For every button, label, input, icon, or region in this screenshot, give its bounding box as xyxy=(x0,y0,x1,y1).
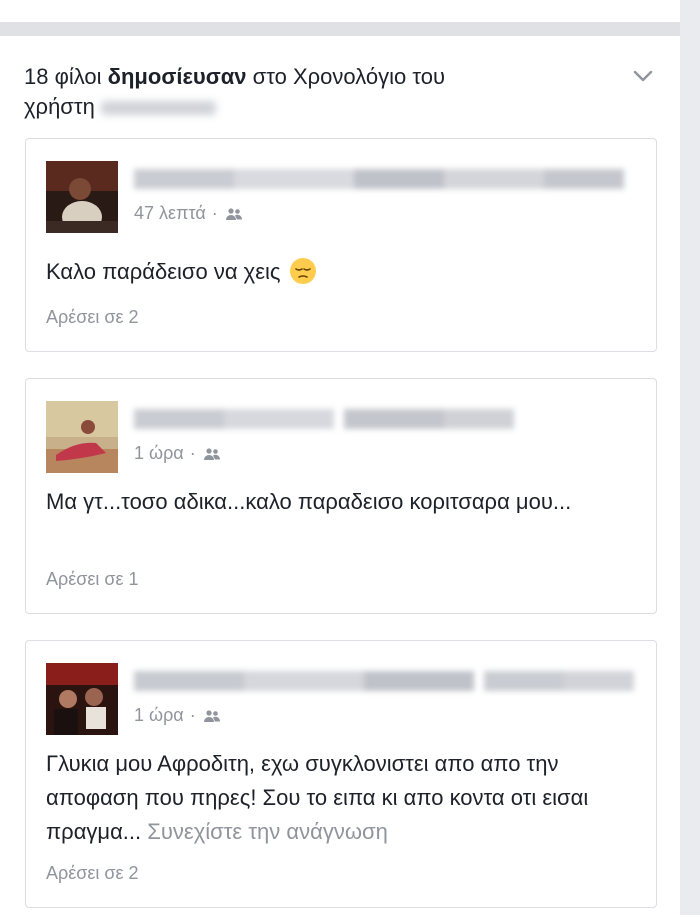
blurred-author-name[interactable] xyxy=(134,167,624,191)
post-card: 47 λεπτά · Καλο παράδεισο να χεις Αρέσει… xyxy=(25,138,657,352)
post-text-content: Καλο παράδεισο να χεις xyxy=(46,259,281,284)
likes-count[interactable]: Αρέσει σε 1 xyxy=(46,569,139,590)
avatar[interactable] xyxy=(46,663,118,735)
header-line2: χρήστη xyxy=(24,94,95,119)
header-prefix: 18 φίλοι xyxy=(24,64,108,89)
post-meta: 1 ώρα · xyxy=(134,443,222,464)
header-rest: στο Χρονολόγιο του xyxy=(246,64,445,89)
top-divider-bar xyxy=(0,22,700,36)
meta-separator: · xyxy=(189,705,196,725)
top-strip xyxy=(0,0,700,22)
post-time[interactable]: 1 ώρα xyxy=(134,443,184,464)
likes-count[interactable]: Αρέσει σε 2 xyxy=(46,307,139,328)
post-text: Μα γτ...τοσο αδικα...καλο παραδεισο κορι… xyxy=(46,489,572,514)
post-text: Γλυκια μου Αφροδιτη, εχω συγκλονιστει απ… xyxy=(46,747,636,849)
avatar[interactable] xyxy=(46,161,118,233)
meta-separator: · xyxy=(211,203,218,223)
friends-icon[interactable] xyxy=(224,207,244,221)
timeline-activity-header: 18 φίλοι δημοσίευσαν στο Χρονολόγιο του … xyxy=(24,62,624,122)
post-card: 1 ώρα · Γλυκια μου Αφροδιτη, εχω συγκλον… xyxy=(25,640,657,908)
likes-count[interactable]: Αρέσει σε 2 xyxy=(46,863,139,884)
post-card: 1 ώρα · Μα γτ...τοσο αδικα...καλο παραδε… xyxy=(25,378,657,614)
header-bold[interactable]: δημοσίευσαν xyxy=(108,64,247,89)
right-scroll-edge xyxy=(680,0,700,915)
pensive-face-icon xyxy=(289,258,316,284)
blurred-username[interactable] xyxy=(100,101,216,116)
blurred-author-name[interactable] xyxy=(134,407,514,431)
post-meta: 1 ώρα · xyxy=(134,705,222,726)
continue-reading-link[interactable]: Συνεχίστε την ανάγνωση xyxy=(147,819,388,844)
post-time[interactable]: 1 ώρα xyxy=(134,705,184,726)
chevron-down-icon[interactable] xyxy=(630,66,656,86)
friends-icon[interactable] xyxy=(202,709,222,723)
post-text: Καλο παράδεισο να χεις xyxy=(46,255,636,289)
avatar[interactable] xyxy=(46,401,118,473)
post-meta: 47 λεπτά · xyxy=(134,203,244,224)
blurred-author-name[interactable] xyxy=(134,669,634,693)
post-time[interactable]: 47 λεπτά xyxy=(134,203,206,224)
meta-separator: · xyxy=(189,443,196,463)
friends-icon[interactable] xyxy=(202,447,222,461)
